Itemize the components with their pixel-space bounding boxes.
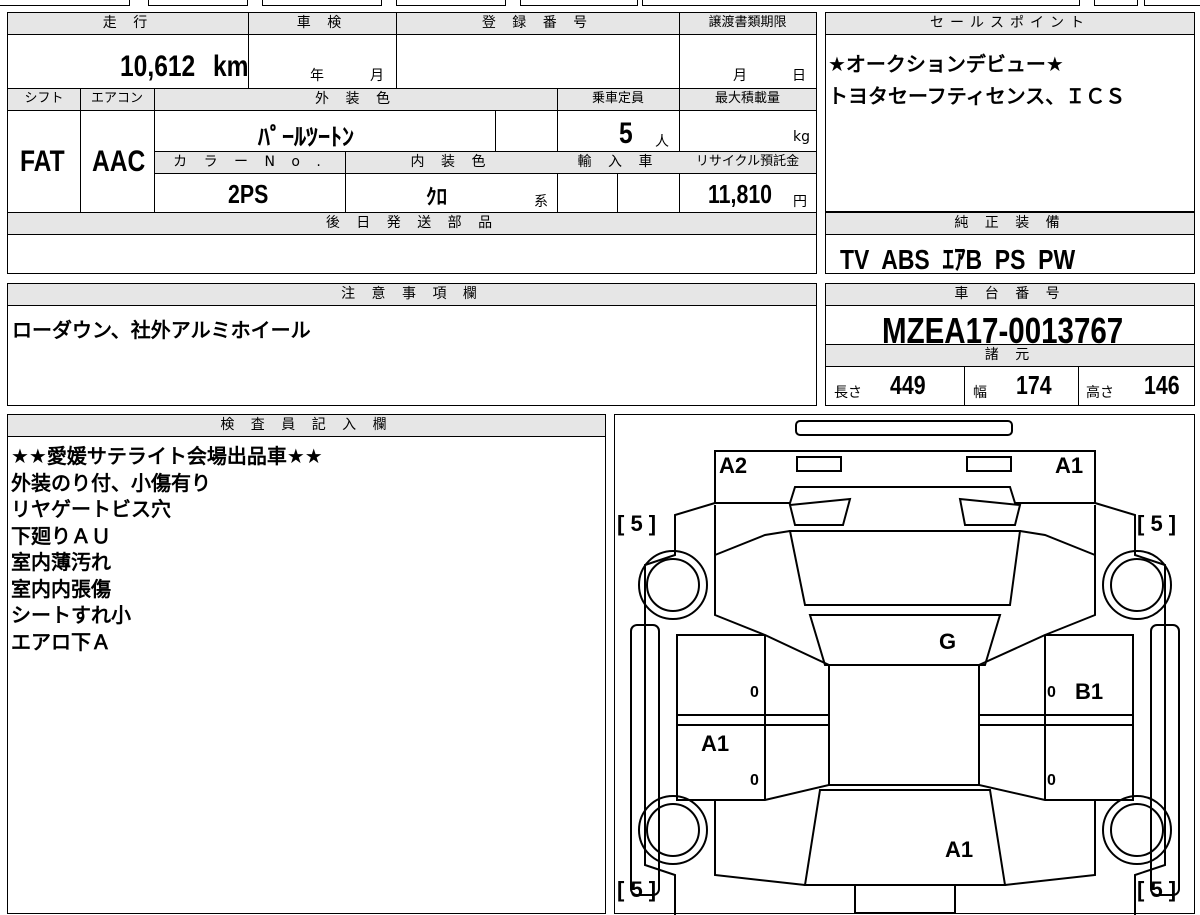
shaken-month: 月 — [370, 68, 384, 84]
max-load-unit: kg — [793, 129, 810, 145]
seating-unit: 人 — [655, 134, 669, 150]
inspector-notes-box: 検 査 員 記 入 欄 ★★愛媛サテライト会場出品車★★ 外装のり付、小傷有り … — [7, 414, 606, 914]
seating-header: 乗車定員 — [557, 89, 679, 111]
tire-rating-front-right: [ 5 ] — [1137, 877, 1176, 902]
exterior-color-header: 外 装 色 — [154, 89, 557, 111]
chassis-header: 車 台 番 号 — [826, 284, 1194, 306]
damage-mark-b1: B1 — [1075, 679, 1103, 704]
genuine-equipment-header: 純 正 装 備 — [826, 213, 1194, 235]
inspector-note: エアロ下Ａ — [11, 629, 111, 654]
inspector-note: 室内薄汚れ — [11, 550, 111, 574]
chassis-box: 車 台 番 号 MZEA17-0013767 諸 元 長さ 449 幅 174 … — [825, 283, 1195, 406]
inspector-note: 室内内張傷 — [11, 576, 111, 601]
specs-header: 諸 元 — [826, 345, 1194, 367]
interior-color-value: ｸﾛ — [426, 185, 447, 209]
height-label: 高さ — [1086, 385, 1114, 401]
shaken-header: 車 検 — [248, 13, 396, 35]
panel-zero: 0 — [750, 772, 759, 789]
caution-box: 注 意 事 項 欄 ローダウン、社外アルミホイール — [7, 283, 817, 406]
seating-value: 5 — [619, 117, 633, 150]
transfer-deadline-header: 譲渡書類期限 — [679, 13, 816, 35]
tire-rating-rear-right: [ 5 ] — [1137, 511, 1176, 536]
width-value: 174 — [1016, 370, 1052, 400]
inspector-note: リヤゲートビス穴 — [11, 497, 171, 521]
shift-value: FAT — [20, 145, 65, 178]
max-load-header: 最大積載量 — [679, 89, 816, 111]
genuine-equipment-value: TV ABS ｴｱB PS PW — [840, 244, 1076, 275]
length-label: 長さ — [834, 385, 862, 401]
tire-rating-front-left: [ 5 ] — [617, 877, 656, 902]
inspector-note: 下廻りＡＵ — [11, 523, 111, 548]
import-header: 輸 入 車 — [557, 152, 679, 174]
interior-color-header: 内 装 色 — [345, 152, 557, 174]
damage-mark-a1-left: A1 — [701, 731, 729, 756]
height-value: 146 — [1144, 370, 1180, 400]
panel-zero: 0 — [1047, 772, 1056, 789]
mileage-value: 10,612 — [120, 50, 196, 83]
car-diagram: [ 5 ] [ 5 ] [ 5 ] [ 5 ] A2 A1 G B1 A1 A1… — [617, 420, 1180, 915]
color-number-value: 2PS — [228, 179, 269, 209]
inspector-note: シートすれ小 — [11, 603, 131, 627]
sales-point-line-1: ★オークションデビュー★ — [828, 52, 1064, 76]
recycle-deposit-unit: 円 — [793, 194, 807, 210]
inspector-note: ★★愛媛サテライト会場出品車★★ — [11, 444, 323, 468]
mileage-unit: km — [213, 50, 249, 83]
length-value: 449 — [890, 370, 926, 400]
exterior-color-value: ﾊﾟｰﾙﾂｰﾄﾝ — [258, 123, 354, 151]
damage-mark-a1-rear: A1 — [1055, 453, 1083, 478]
damage-mark-g: G — [939, 629, 956, 654]
sales-points-box: セールスポイント ★オークションデビュー★ トヨタセーフティセンス、ＩＣＳ — [825, 12, 1195, 212]
damage-mark-a2: A2 — [719, 453, 747, 478]
sales-point-line-2: トヨタセーフティセンス、ＩＣＳ — [828, 84, 1126, 108]
later-parts-header: 後 日 発 送 部 品 — [8, 213, 816, 235]
inspector-note: 外装のり付、小傷有り — [11, 470, 211, 495]
tire-rating-rear-left: [ 5 ] — [617, 511, 656, 536]
inspector-notes-header: 検 査 員 記 入 欄 — [8, 415, 605, 437]
genuine-equipment-box: 純 正 装 備 TV ABS ｴｱB PS PW — [825, 212, 1195, 275]
panel-zero: 0 — [750, 684, 759, 701]
caution-value: ローダウン、社外アルミホイール — [12, 318, 311, 342]
transfer-day: 日 — [792, 68, 806, 84]
vehicle-info-table: 走 行 車 検 登 録 番 号 譲渡書類期限 10,612 km 年 月 月 日… — [7, 12, 817, 274]
aircon-value: AAC — [92, 145, 146, 178]
mileage-header: 走 行 — [8, 13, 248, 35]
shift-header: シフト — [8, 89, 80, 111]
aircon-header: エアコン — [80, 89, 154, 111]
recycle-deposit-value: 11,810 — [708, 179, 773, 209]
shaken-year: 年 — [310, 68, 324, 84]
color-number-header: カ ラ ー N o . — [155, 152, 345, 174]
damage-mark-a1-front: A1 — [945, 837, 973, 862]
transfer-month: 月 — [733, 68, 747, 84]
recycle-deposit-header: リサイクル預託金 — [679, 152, 816, 174]
registration-header: 登 録 番 号 — [396, 13, 679, 35]
caution-header: 注 意 事 項 欄 — [8, 284, 816, 306]
panel-zero: 0 — [1047, 684, 1056, 701]
sales-points-header: セールスポイント — [826, 13, 1194, 35]
interior-color-suffix: 系 — [534, 194, 548, 210]
width-label: 幅 — [973, 385, 987, 401]
damage-diagram-box: [ 5 ] [ 5 ] [ 5 ] [ 5 ] A2 A1 G B1 A1 A1… — [614, 414, 1195, 915]
